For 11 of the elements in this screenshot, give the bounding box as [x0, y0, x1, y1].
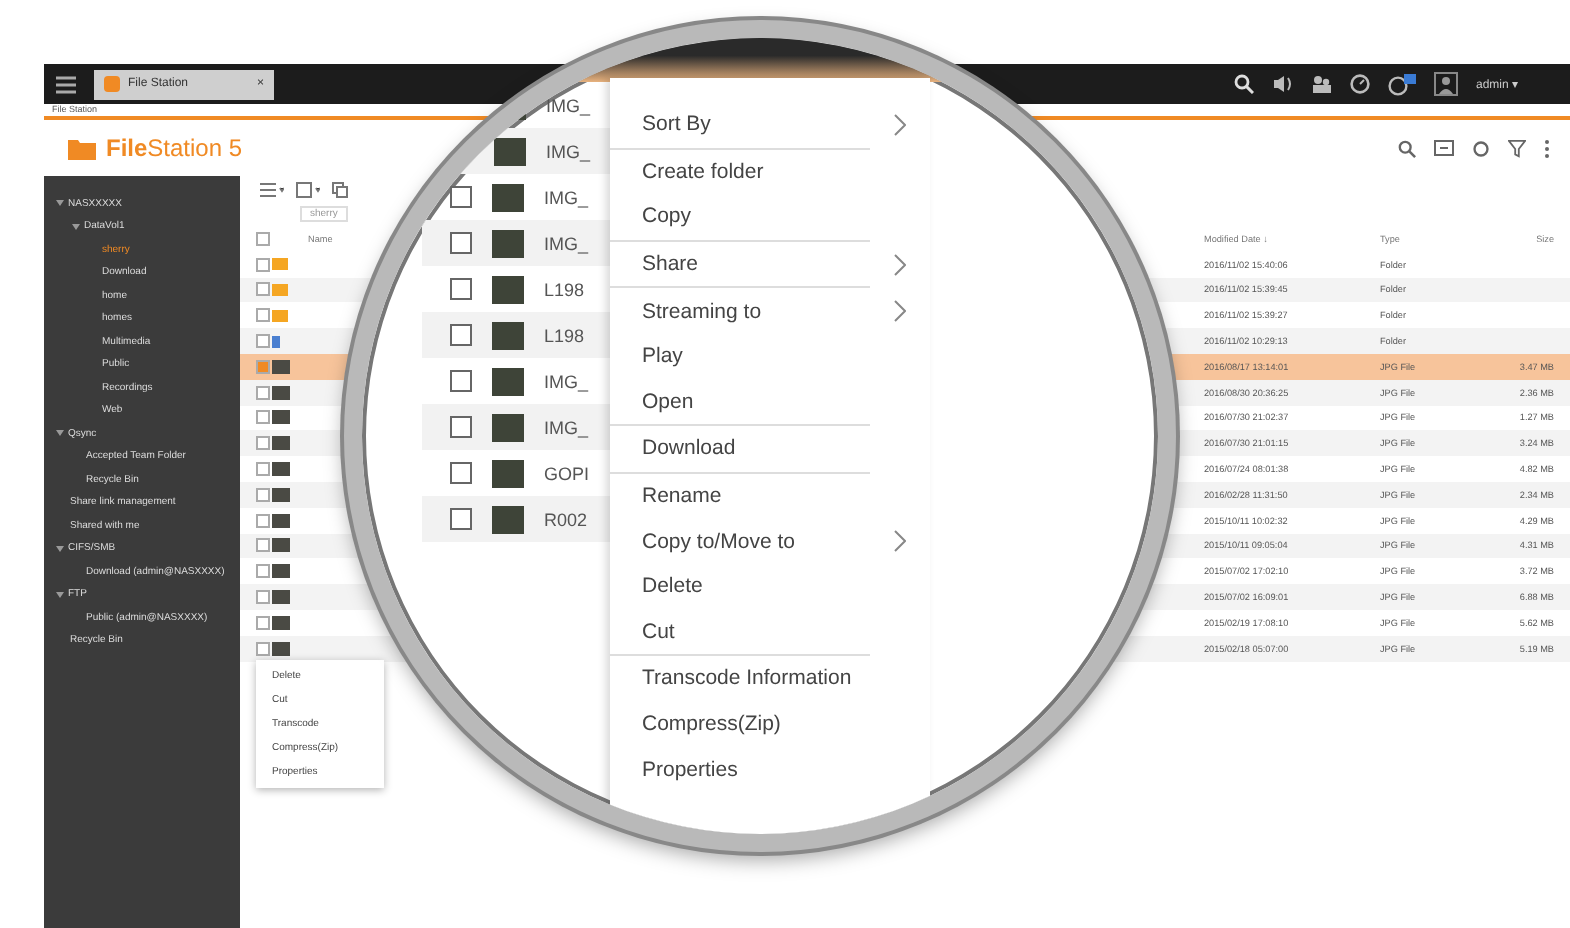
file-name: L198	[544, 279, 585, 299]
file-name: IMG_	[546, 95, 591, 115]
file-name: GOPI	[544, 463, 590, 483]
file-name: IMG_	[544, 371, 589, 391]
file-name: IMG_	[544, 233, 589, 253]
file-name: IMG_	[544, 187, 589, 207]
file-name: IMG_	[544, 417, 589, 437]
app-logo: FileStation 5	[106, 134, 243, 162]
file-name: L198	[544, 325, 585, 345]
file-name: R002	[544, 509, 588, 529]
file-name: IMG_	[546, 141, 591, 161]
